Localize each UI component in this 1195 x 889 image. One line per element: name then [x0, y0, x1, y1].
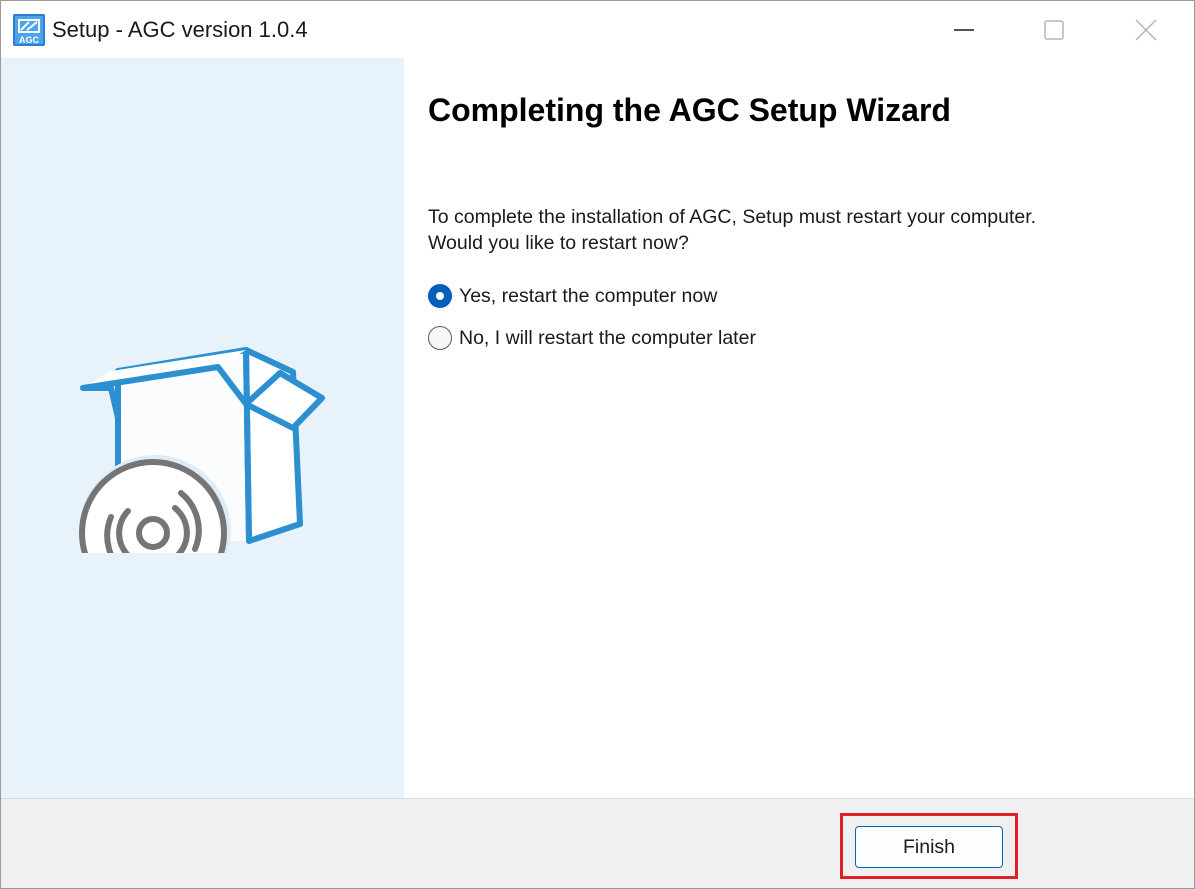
radio-restart-later[interactable] [428, 326, 452, 350]
close-icon [1135, 18, 1157, 41]
title-bar[interactable]: AGC Setup - AGC version 1.0.4 [1, 1, 1194, 58]
wizard-footer: Finish [1, 799, 1194, 888]
wizard-side-panel [1, 58, 404, 798]
wizard-content: Completing the AGC Setup Wizard To compl… [404, 58, 1194, 798]
agc-app-icon: AGC [13, 14, 45, 46]
option-restart-now[interactable]: Yes, restart the computer now [428, 284, 717, 308]
restart-message: To complete the installation of AGC, Set… [428, 206, 1037, 254]
maximize-icon [1044, 19, 1064, 40]
option-restart-later-label[interactable]: No, I will restart the computer later [459, 326, 756, 350]
minimize-button[interactable] [917, 1, 1011, 58]
window-title: Setup - AGC version 1.0.4 [52, 17, 308, 42]
page-title: Completing the AGC Setup Wizard [428, 92, 951, 128]
close-button[interactable] [1099, 1, 1193, 58]
minimize-icon [954, 28, 974, 31]
maximize-button[interactable] [1007, 1, 1101, 58]
finish-button[interactable]: Finish [855, 826, 1003, 868]
option-restart-later[interactable]: No, I will restart the computer later [428, 326, 756, 350]
setup-window: AGC Setup - AGC version 1.0.4 Completing… [0, 0, 1195, 889]
box-with-disc-icon [79, 347, 325, 553]
option-restart-now-label[interactable]: Yes, restart the computer now [459, 284, 717, 308]
radio-restart-now[interactable] [428, 284, 452, 308]
app-icon-text: AGC [19, 35, 40, 45]
